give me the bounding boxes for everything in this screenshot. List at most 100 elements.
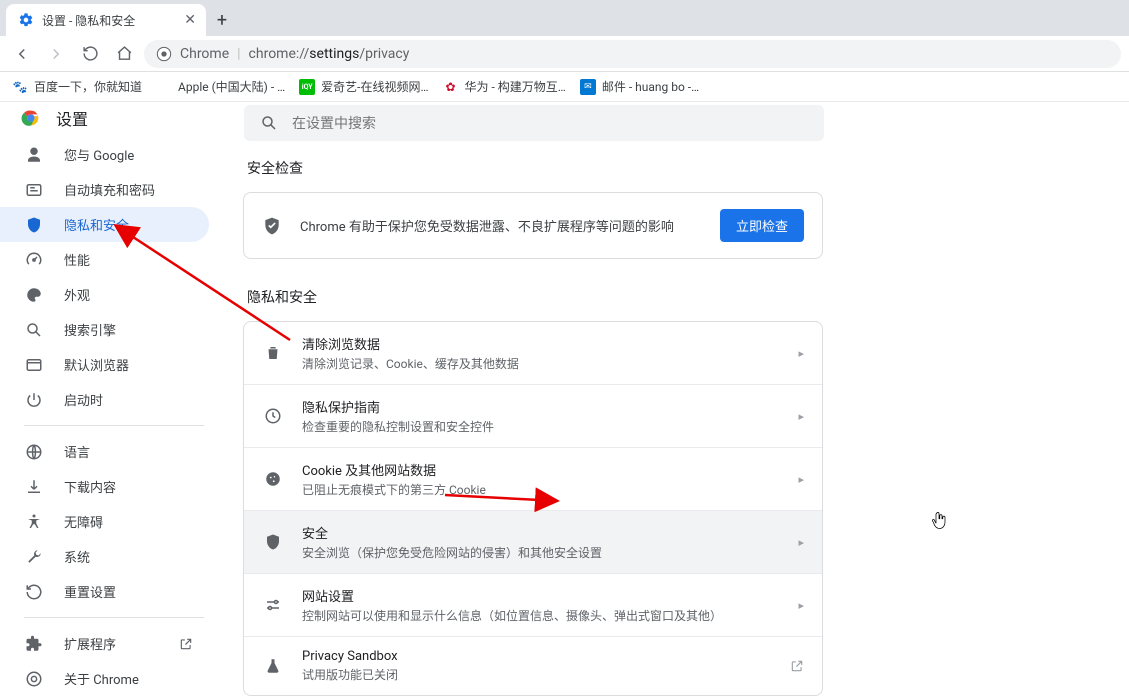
- close-icon[interactable]: ✕: [184, 12, 196, 28]
- pointer-cursor-icon: [930, 510, 948, 532]
- sidebar-item-appearance[interactable]: 外观: [0, 277, 209, 312]
- gear-icon: [18, 12, 34, 28]
- extension-icon: [24, 634, 44, 654]
- bookmark-item[interactable]: Apple (中国大陆) - …: [156, 78, 285, 95]
- external-link-icon: [790, 659, 804, 673]
- sidebar-item-label: 语言: [64, 442, 90, 461]
- bookmark-bar: 🐾 百度一下，你就知道 Apple (中国大陆) - … iQY 爱奇艺-在线视…: [0, 72, 1129, 102]
- sidebar-item-about[interactable]: 关于 Chrome: [0, 661, 209, 696]
- section-title-privacy: 隐私和安全: [247, 287, 823, 307]
- sidebar-item-search[interactable]: 搜索引擎: [0, 312, 209, 347]
- sidebar-item-extensions[interactable]: 扩展程序: [0, 626, 209, 661]
- iqiyi-icon: iQY: [299, 79, 315, 95]
- safety-desc: Chrome 有助于保护您免受数据泄露、不良扩展程序等问题的影响: [300, 216, 702, 235]
- row-sub: 安全浏览（保护您免受危险网站的侵害）和其他安全设置: [302, 544, 780, 561]
- sidebar-item-label: 无障碍: [64, 512, 103, 531]
- reset-icon: [24, 582, 44, 602]
- nav-list: 您与 Google 自动填充和密码 隐私和安全 性能 外观 搜索引擎: [0, 133, 243, 696]
- trash-icon: [262, 342, 284, 364]
- sidebar-item-accessibility[interactable]: 无障碍: [0, 504, 209, 539]
- row-site-settings[interactable]: 网站设置 控制网站可以使用和显示什么信息（如位置信息、摄像头、弹出式窗口及其他）…: [244, 573, 822, 636]
- globe-icon: [24, 442, 44, 462]
- sidebar-item-label: 自动填充和密码: [64, 180, 155, 199]
- flask-icon: [262, 655, 284, 677]
- row-privacy-sandbox[interactable]: Privacy Sandbox 试用版功能已关闭: [244, 636, 822, 695]
- row-cookies[interactable]: Cookie 及其他网站数据 已阻止无痕模式下的第三方 Cookie ▸: [244, 447, 822, 510]
- divider: [24, 425, 204, 426]
- baidu-icon: 🐾: [12, 79, 28, 95]
- sidebar-item-label: 启动时: [64, 390, 103, 409]
- palette-icon: [24, 285, 44, 305]
- shield-check-icon: [262, 216, 282, 236]
- sidebar-item-autofill[interactable]: 自动填充和密码: [0, 172, 209, 207]
- sidebar-item-startup[interactable]: 启动时: [0, 382, 209, 417]
- row-title: 清除浏览数据: [302, 334, 780, 353]
- row-sub: 清除浏览记录、Cookie、缓存及其他数据: [302, 355, 780, 372]
- wrench-icon: [24, 547, 44, 567]
- sidebar-item-language[interactable]: 语言: [0, 434, 209, 469]
- privacy-list: 清除浏览数据 清除浏览记录、Cookie、缓存及其他数据 ▸ 隐私保护指南 检查…: [243, 321, 823, 696]
- chrome-icon: [156, 46, 172, 62]
- sidebar-item-label: 隐私和安全: [64, 215, 129, 234]
- sidebar-item-label: 搜索引擎: [64, 320, 116, 339]
- settings-search[interactable]: [244, 105, 824, 141]
- huawei-icon: ✿: [443, 79, 459, 95]
- row-title: Privacy Sandbox: [302, 649, 772, 664]
- outlook-icon: ✉: [580, 79, 596, 95]
- sidebar-item-label: 系统: [64, 547, 90, 566]
- sidebar-item-label: 性能: [64, 250, 90, 269]
- section-title-safety: 安全检查: [247, 158, 823, 178]
- row-title: 安全: [302, 523, 780, 542]
- sidebar-item-system[interactable]: 系统: [0, 539, 209, 574]
- speed-icon: [24, 250, 44, 270]
- sidebar-item-label: 重置设置: [64, 582, 116, 601]
- chevron-right-icon: ▸: [798, 410, 804, 423]
- row-sub: 检查重要的隐私控制设置和安全控件: [302, 418, 780, 435]
- sidebar-item-privacy[interactable]: 隐私和安全: [0, 207, 209, 242]
- chevron-right-icon: ▸: [798, 347, 804, 360]
- sidebar-item-reset[interactable]: 重置设置: [0, 574, 209, 609]
- chrome-small-icon: [24, 669, 44, 689]
- forward-button[interactable]: [42, 40, 70, 68]
- sidebar-item-performance[interactable]: 性能: [0, 242, 209, 277]
- url-host: Chrome: [180, 46, 229, 62]
- row-security[interactable]: 安全 安全浏览（保护您免受危险网站的侵害）和其他安全设置 ▸: [244, 510, 822, 573]
- bookmark-item[interactable]: ✿ 华为 - 构建万物互…: [443, 78, 566, 95]
- chevron-right-icon: ▸: [798, 599, 804, 612]
- back-button[interactable]: [8, 40, 36, 68]
- bookmark-item[interactable]: 🐾 百度一下，你就知道: [12, 78, 142, 95]
- row-clear-data[interactable]: 清除浏览数据 清除浏览记录、Cookie、缓存及其他数据 ▸: [244, 322, 822, 384]
- tab-title: 设置 - 隐私和安全: [42, 12, 135, 29]
- sidebar-item-label: 您与 Google: [64, 145, 134, 164]
- settings-header: 设置: [0, 102, 243, 133]
- row-title: Cookie 及其他网站数据: [302, 460, 780, 479]
- row-sub: 已阻止无痕模式下的第三方 Cookie: [302, 481, 780, 498]
- apple-icon: [156, 79, 172, 95]
- check-now-button[interactable]: 立即检查: [720, 209, 804, 242]
- sidebar-item-default-browser[interactable]: 默认浏览器: [0, 347, 209, 382]
- chrome-logo-icon: [20, 107, 42, 129]
- tab-strip: 设置 - 隐私和安全 ✕ +: [0, 0, 1129, 36]
- sidebar-item-label: 关于 Chrome: [64, 669, 139, 688]
- reload-button[interactable]: [76, 40, 104, 68]
- page-title: 设置: [56, 106, 88, 130]
- shield-icon: [262, 531, 284, 553]
- divider: [24, 617, 204, 618]
- home-button[interactable]: [110, 40, 138, 68]
- row-privacy-guide[interactable]: 隐私保护指南 检查重要的隐私控制设置和安全控件 ▸: [244, 384, 822, 447]
- external-link-icon: [179, 637, 193, 651]
- bookmark-item[interactable]: iQY 爱奇艺-在线视频网…: [299, 78, 428, 95]
- row-sub: 试用版功能已关闭: [302, 666, 772, 683]
- search-icon: [24, 320, 44, 340]
- search-input[interactable]: [292, 115, 808, 131]
- sidebar-item-downloads[interactable]: 下载内容: [0, 469, 209, 504]
- address-bar[interactable]: Chrome | chrome://settings/privacy: [144, 40, 1121, 68]
- sidebar-item-label: 外观: [64, 285, 90, 304]
- row-sub: 控制网站可以使用和显示什么信息（如位置信息、摄像头、弹出式窗口及其他）: [302, 607, 780, 624]
- bookmark-item[interactable]: ✉ 邮件 - huang bo -…: [580, 78, 699, 95]
- sidebar-item-label: 下载内容: [64, 477, 116, 496]
- sidebar-item-you-and-google[interactable]: 您与 Google: [0, 137, 209, 172]
- new-tab-button[interactable]: +: [208, 6, 236, 34]
- autofill-icon: [24, 180, 44, 200]
- browser-tab[interactable]: 设置 - 隐私和安全 ✕: [6, 4, 206, 36]
